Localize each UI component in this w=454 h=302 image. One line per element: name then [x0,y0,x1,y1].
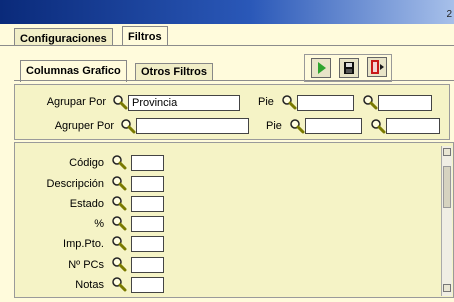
field-input-codigo[interactable] [131,155,164,171]
field-input-descripcion[interactable] [131,176,164,192]
tab-otros-filtros[interactable]: Otros Filtros [135,63,214,81]
field-input-notas[interactable] [131,277,164,293]
agrupar-por-label: Agrupar Por [46,96,106,108]
tab-configuraciones-label: Configuraciones [20,33,107,45]
lookup-codigo-icon[interactable] [111,154,127,170]
field-label-notas: Notas [75,279,104,291]
window-titlebar: 2 [0,0,454,24]
pie-field-2[interactable] [378,95,432,111]
lookup-notas-icon[interactable] [111,276,127,292]
lookup-estado-icon[interactable] [111,195,127,211]
field-label-porcentaje: % [94,218,104,230]
pie-field-3[interactable] [305,118,362,134]
pie-label-1: Pie [258,96,274,108]
scroll-thumb[interactable] [443,166,451,208]
scroll-up-icon[interactable] [443,148,451,156]
field-label-imp-pto: Imp.Pto. [63,238,104,250]
save-icon [344,62,354,74]
pie-label-2: Pie [266,120,282,132]
field-input-estado[interactable] [131,196,164,212]
lookup-agruper-icon[interactable] [120,118,136,134]
lookup-pie-2-icon[interactable] [362,94,378,110]
vertical-scrollbar[interactable] [441,146,452,296]
play-button[interactable] [311,58,331,78]
tab-otros-filtros-label: Otros Filtros [141,66,208,78]
pie-field-4[interactable] [386,118,440,134]
lookup-agrupar-icon[interactable] [112,94,128,110]
lookup-n-pcs-icon[interactable] [111,256,127,272]
tab-filtros[interactable]: Filtros [122,26,168,47]
exit-door-icon [371,60,384,74]
pie-field-1[interactable] [297,95,354,111]
tab-filtros-label: Filtros [128,31,162,43]
lookup-pie-3-icon[interactable] [289,118,305,134]
field-input-n-pcs[interactable] [131,257,164,273]
lookup-porcentaje-icon[interactable] [111,215,127,231]
field-label-codigo: Código [69,157,104,169]
tab-columnas-grafico[interactable]: Columnas Grafico [20,60,127,82]
field-input-imp-pto[interactable] [131,236,164,252]
scroll-down-icon[interactable] [443,284,451,292]
window-title-fragment: 2 [446,9,452,20]
lookup-pie-4-icon[interactable] [370,118,386,134]
field-label-estado: Estado [69,198,104,210]
tab-columnas-grafico-label: Columnas Grafico [26,65,121,77]
save-button[interactable] [339,58,359,78]
lookup-imp-pto-icon[interactable] [111,235,127,251]
field-label-descripcion: Descripción [46,178,104,190]
play-icon [318,62,326,74]
lookup-descripcion-icon[interactable] [111,175,127,191]
agrupar-por-field[interactable]: Provincia [128,95,240,111]
agruper-por-label: Agruper Por [54,120,114,132]
exit-button[interactable] [367,57,387,77]
field-input-porcentaje[interactable] [131,216,164,232]
lookup-pie-1-icon[interactable] [281,94,297,110]
agruper-por-field[interactable] [136,118,249,134]
field-label-n-pcs: Nº PCs [68,259,104,271]
